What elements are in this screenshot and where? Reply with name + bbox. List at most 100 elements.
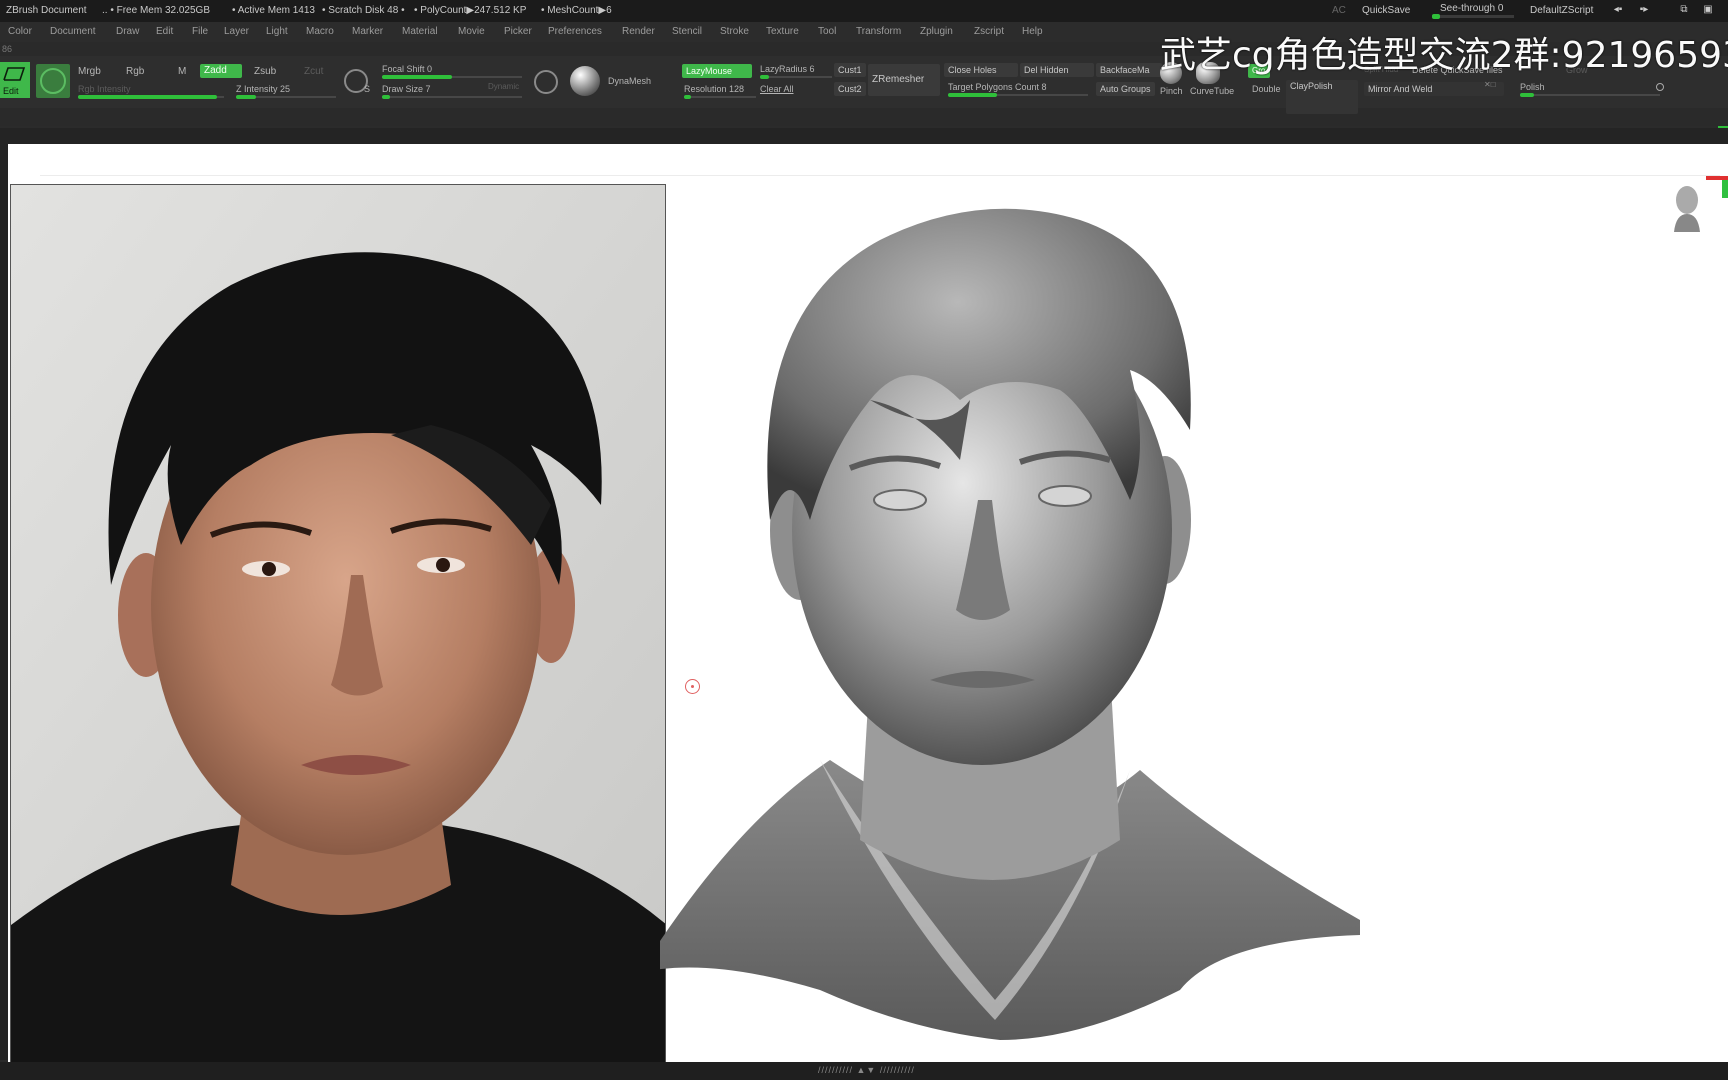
menu-preferences[interactable]: Preferences <box>548 26 602 37</box>
active-mem: • Active Mem 1413 <box>232 5 315 16</box>
polycount: • PolyCount▶247.512 KP <box>414 5 527 16</box>
mirror-and-weld-options-icon[interactable]: ✕□ <box>1484 80 1496 89</box>
watermark-text: 武艺cg角色造型交流2群:921965932 <box>1160 35 1728 76</box>
rgb-button[interactable]: Rgb <box>126 66 144 77</box>
target-polygons-slider-fill <box>948 93 997 97</box>
menu-macro[interactable]: Macro <box>306 26 334 37</box>
z-intensity-slider[interactable] <box>236 95 336 99</box>
lazyradius-slider[interactable] <box>760 75 832 79</box>
double-button[interactable]: Double <box>1252 84 1281 94</box>
lazyradius-slider-fill <box>760 75 769 79</box>
mirror-and-weld-button[interactable]: Mirror And Weld <box>1364 82 1504 96</box>
target-polygons-slider[interactable] <box>948 93 1088 97</box>
resolution-label: Resolution 128 <box>684 84 745 94</box>
see-through-slider[interactable] <box>1432 14 1514 19</box>
see-through-label: See-through 0 <box>1440 3 1504 14</box>
lazymouse-button[interactable]: LazyMouse <box>682 64 752 78</box>
polish-label: Polish <box>1520 82 1545 92</box>
draw-size-slider-fill <box>382 95 391 99</box>
layout-icon[interactable]: ▪▸ <box>1636 5 1652 15</box>
focal-shift-slider[interactable] <box>382 75 522 79</box>
menu-edit[interactable]: Edit <box>156 26 173 37</box>
menu-draw[interactable]: Draw <box>116 26 139 37</box>
title-bar: ZBrush Document .. • Free Mem 32.025GB •… <box>0 0 1728 22</box>
tray-toggle-button[interactable]: ////////// ▲▼ ////////// <box>818 1065 915 1075</box>
navigation-head-icon[interactable] <box>1670 184 1704 234</box>
rgb-intensity-slider-fill <box>78 95 217 99</box>
menu-zscript[interactable]: Zscript <box>974 26 1004 37</box>
zadd-button[interactable]: Zadd <box>200 64 242 78</box>
menu-tool[interactable]: Tool <box>818 26 836 37</box>
z-intensity-slider-fill <box>236 95 256 99</box>
hide-palettes-icon[interactable]: ◂▪ <box>1610 5 1626 15</box>
sculpt-model[interactable] <box>660 200 1380 1050</box>
draw-size-label: Draw Size 7 <box>382 84 431 94</box>
zsub-button[interactable]: Zsub <box>254 66 276 77</box>
polish-slider-fill <box>1520 93 1534 97</box>
menu-render[interactable]: Render <box>622 26 655 37</box>
dynamesh-sphere-icon[interactable] <box>570 66 600 96</box>
default-zscript-button[interactable]: DefaultZScript <box>1530 5 1593 16</box>
meshcount: • MeshCount▶6 <box>541 5 612 16</box>
restore-window-icon[interactable]: ⧉ <box>1676 5 1692 15</box>
menu-zplugin[interactable]: Zplugin <box>920 26 953 37</box>
polish-radio-icon[interactable] <box>1656 83 1664 91</box>
reference-photo <box>10 184 666 1080</box>
claypolish-button[interactable]: ClayPolish <box>1286 80 1358 114</box>
menu-layer[interactable]: Layer <box>224 26 249 37</box>
focal-shift-label: Focal Shift 0 <box>382 64 433 74</box>
resolution-slider[interactable] <box>684 95 756 99</box>
cust1-button[interactable]: Cust1 <box>834 63 866 77</box>
menu-light[interactable]: Light <box>266 26 288 37</box>
curvetube-brush-label: CurveTube <box>1190 86 1235 96</box>
edit-label: Edit <box>3 86 19 96</box>
app-title: ZBrush Document <box>6 5 87 16</box>
del-hidden-button[interactable]: Del Hidden <box>1020 63 1094 77</box>
menu-stroke[interactable]: Stroke <box>720 26 749 37</box>
menu-help[interactable]: Help <box>1022 26 1043 37</box>
menu-color[interactable]: Color <box>8 26 32 37</box>
z-intensity-label: Z Intensity 25 <box>236 84 291 94</box>
cust2-button[interactable]: Cust2 <box>834 82 866 96</box>
menu-material[interactable]: Material <box>402 26 438 37</box>
canvas-guide-line <box>40 175 1720 176</box>
scratch-disk: • Scratch Disk 48 • <box>322 5 405 16</box>
brush-alpha-icon[interactable] <box>534 70 558 94</box>
m-button[interactable]: M <box>178 66 186 77</box>
auto-groups-button[interactable]: Auto Groups <box>1096 82 1155 96</box>
draw-size-slider[interactable] <box>382 95 522 99</box>
draw-cursor-icon <box>685 679 700 694</box>
zremesher-button[interactable]: ZRemesher <box>868 64 940 96</box>
lazyradius-label: LazyRadius 6 <box>760 64 815 74</box>
menu-marker[interactable]: Marker <box>352 26 383 37</box>
version-tag: 86 <box>2 44 13 54</box>
zcut-button[interactable]: Zcut <box>304 66 323 77</box>
clear-all-button[interactable]: Clear All <box>760 84 794 94</box>
menu-stencil[interactable]: Stencil <box>672 26 702 37</box>
menu-transform[interactable]: Transform <box>856 26 901 37</box>
rgb-intensity-slider[interactable] <box>78 95 224 99</box>
symmetry-s-label: S <box>364 84 371 94</box>
backface-mask-button[interactable]: BackfaceMa <box>1096 63 1162 77</box>
resolution-slider-fill <box>684 95 692 99</box>
mrgb-button[interactable]: Mrgb <box>78 66 101 77</box>
menu-file[interactable]: File <box>192 26 208 37</box>
menu-movie[interactable]: Movie <box>458 26 485 37</box>
ac-label: AC <box>1332 5 1346 16</box>
close-window-icon[interactable]: ▣ <box>1700 5 1716 15</box>
menu-texture[interactable]: Texture <box>766 26 799 37</box>
dynamesh-button[interactable]: DynaMesh <box>608 76 651 86</box>
menu-picker[interactable]: Picker <box>504 26 532 37</box>
dynamic-toggle[interactable]: Dynamic <box>488 82 519 91</box>
quicksave-button[interactable]: QuickSave <box>1362 5 1410 16</box>
free-mem: .. • Free Mem 32.025GB <box>102 5 210 16</box>
rgb-intensity-label: Rgb Intensity <box>78 84 131 94</box>
draw-mode-button[interactable] <box>36 64 70 98</box>
polish-slider[interactable] <box>1520 93 1660 97</box>
target-polygons-label: Target Polygons Count 8 <box>948 82 1047 92</box>
edit-button[interactable]: Edit <box>0 62 30 98</box>
edit-icon <box>3 67 26 81</box>
pinch-brush-label: Pinch <box>1160 86 1183 96</box>
close-holes-button[interactable]: Close Holes <box>944 63 1018 77</box>
menu-document[interactable]: Document <box>50 26 96 37</box>
